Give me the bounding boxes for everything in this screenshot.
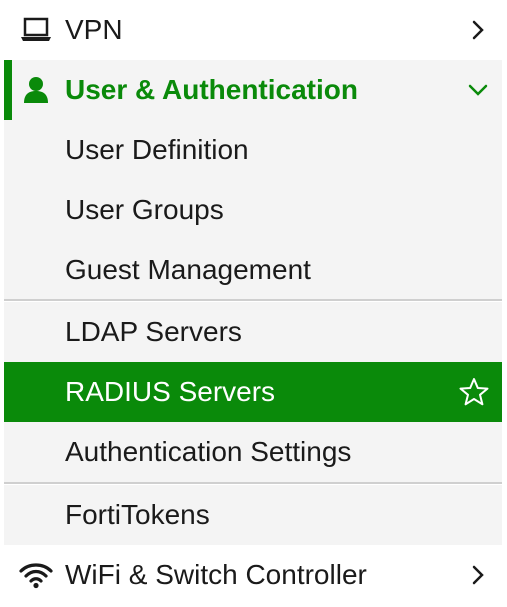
nav-item-user-authentication-label: User & Authentication <box>65 74 358 105</box>
chevron-right-icon[interactable] <box>464 16 492 44</box>
sidebar-item-radius-servers[interactable]: RADIUS Servers <box>4 362 502 422</box>
sidebar-item-label: User Groups <box>65 194 224 225</box>
sidebar-item-label: Authentication Settings <box>65 436 352 467</box>
menu-divider <box>4 482 502 484</box>
laptop-icon <box>18 12 54 48</box>
sidebar-item-label: LDAP Servers <box>65 316 242 347</box>
sidebar-item-guest-management[interactable]: Guest Management <box>4 240 502 300</box>
sidebar-item-user-definition[interactable]: User Definition <box>4 120 502 180</box>
wifi-icon <box>18 557 54 593</box>
active-section-indicator <box>4 60 12 120</box>
chevron-right-icon[interactable] <box>464 561 492 589</box>
sidebar-item-fortitokens[interactable]: FortiTokens <box>4 485 502 545</box>
sidebar-item-ldap-servers[interactable]: LDAP Servers <box>4 302 502 362</box>
nav-item-wifi-label: WiFi & Switch Controller <box>65 559 367 590</box>
sidebar-item-authentication-settings[interactable]: Authentication Settings <box>4 422 502 482</box>
star-icon[interactable] <box>458 376 490 408</box>
sidebar-item-label: RADIUS Servers <box>65 376 276 407</box>
sidebar-item-label: User Definition <box>65 134 249 165</box>
chevron-down-icon[interactable] <box>464 76 492 104</box>
nav-item-wifi-switch-controller[interactable]: WiFi & Switch Controller <box>4 545 502 605</box>
sidebar-item-user-groups[interactable]: User Groups <box>4 180 502 240</box>
sidebar-nav: VPN User & Authentication User Definitio… <box>0 0 507 607</box>
sidebar-item-label: Guest Management <box>65 254 311 285</box>
nav-item-vpn-label: VPN <box>65 14 123 45</box>
nav-item-user-authentication[interactable]: User & Authentication <box>4 60 502 120</box>
nav-item-vpn[interactable]: VPN <box>4 0 502 60</box>
menu-divider <box>4 299 502 301</box>
sidebar-item-label: FortiTokens <box>65 499 210 530</box>
user-icon <box>18 72 54 108</box>
